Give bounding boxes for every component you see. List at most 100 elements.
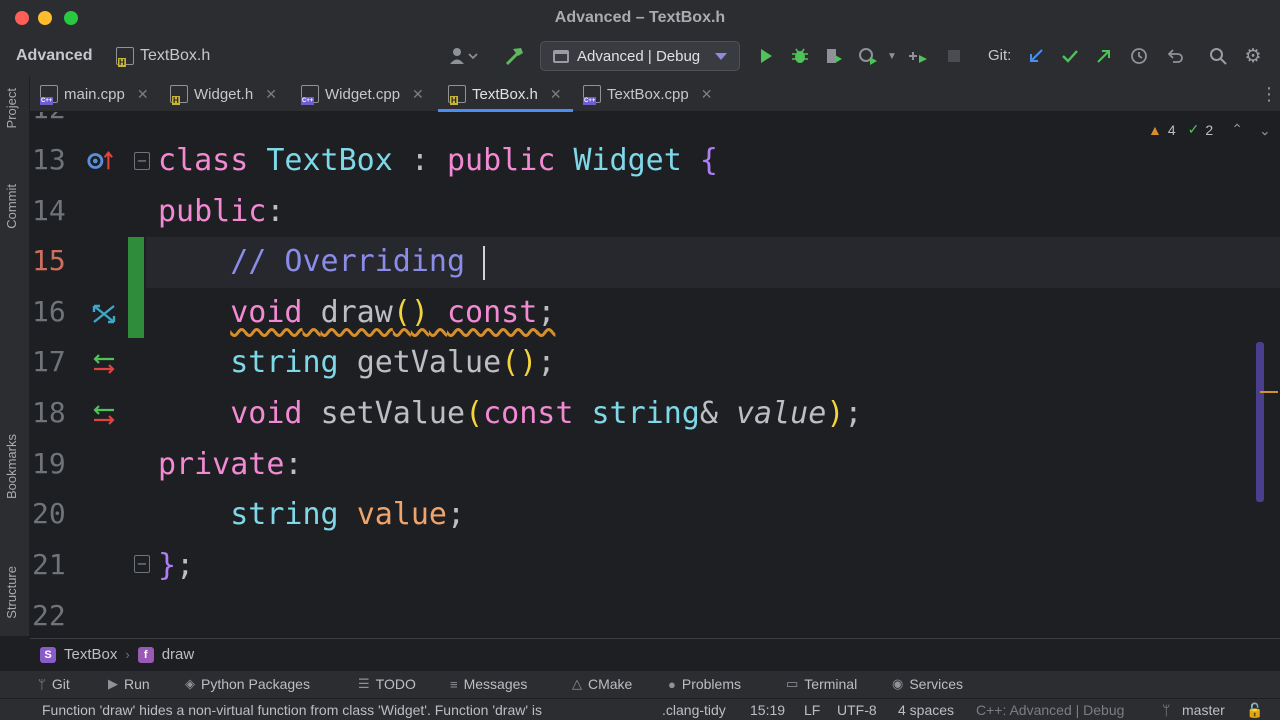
tab-widget-h[interactable]: Widget.h ✕	[160, 76, 291, 112]
lines-icon: ≡	[450, 676, 458, 692]
tool-run[interactable]: ▶ Run	[108, 676, 150, 692]
tool-python-packages[interactable]: ◈ Python Packages	[185, 676, 310, 692]
status-message[interactable]: Function 'draw' hides a non-virtual func…	[42, 702, 622, 718]
more-run-chevron-icon[interactable]: ▼	[880, 44, 904, 68]
hides-function-icon[interactable]	[90, 300, 118, 328]
line-number: 19	[32, 447, 66, 480]
close-icon[interactable]: ✕	[550, 86, 562, 103]
tool-todo[interactable]: ☰ TODO	[358, 676, 416, 692]
run-config-selector[interactable]: Advanced | Debug	[540, 41, 740, 71]
scrollbar-thumb[interactable]	[1256, 342, 1264, 502]
git-commit-icon[interactable]	[1058, 44, 1082, 68]
header-file-icon	[116, 47, 134, 67]
breadcrumb-class[interactable]: TextBox	[64, 646, 117, 663]
window-icon	[553, 49, 569, 63]
status-line-separator[interactable]: LF	[804, 702, 820, 718]
rollback-icon[interactable]	[1163, 44, 1187, 68]
tab-textbox-h[interactable]: TextBox.h ✕	[438, 76, 573, 112]
chevron-down-icon	[715, 53, 727, 60]
fold-collapse-icon[interactable]: −	[134, 152, 150, 170]
lock-icon[interactable]: 🔓	[1246, 702, 1263, 719]
go-to-definition-icon[interactable]	[90, 350, 118, 378]
run-icon[interactable]	[754, 44, 778, 68]
tab-label: TextBox.h	[472, 85, 538, 103]
status-caret-position[interactable]: 15:19	[750, 702, 785, 718]
code-line: void draw() const;	[230, 295, 556, 330]
tab-label: Widget.cpp	[325, 85, 401, 103]
branch-icon: ᛘ	[1162, 702, 1171, 718]
line-number: 21	[32, 548, 66, 581]
status-encoding[interactable]: UTF-8	[837, 702, 877, 718]
code-line: class TextBox : public Widget {	[158, 143, 718, 178]
git-update-icon[interactable]	[1024, 44, 1048, 68]
structure-tool-button[interactable]: Structure	[4, 566, 19, 619]
status-linter[interactable]: .clang-tidy	[662, 702, 726, 718]
debug-bug-icon[interactable]	[788, 44, 812, 68]
stop-icon[interactable]	[942, 44, 966, 68]
code-line: private:	[158, 447, 303, 482]
line-number: 16	[32, 295, 66, 328]
header-file-icon	[448, 85, 466, 105]
close-icon[interactable]: ✕	[412, 86, 424, 103]
tab-widget-cpp[interactable]: Widget.cpp ✕	[291, 76, 438, 112]
window-title: Advanced – TextBox.h	[554, 9, 726, 26]
build-hammer-icon[interactable]	[504, 45, 526, 67]
play-icon: ▶	[108, 676, 118, 691]
status-indent[interactable]: 4 spaces	[898, 702, 954, 718]
tool-git[interactable]: ᛘ Git	[38, 676, 70, 692]
tool-problems[interactable]: ● Problems	[668, 676, 741, 692]
tool-terminal[interactable]: ▭ Terminal	[786, 676, 857, 692]
nav-file[interactable]: TextBox.h	[116, 47, 211, 67]
status-branch[interactable]: master	[1182, 702, 1225, 718]
user-icon[interactable]	[448, 46, 482, 66]
close-icon[interactable]: ✕	[265, 86, 277, 103]
vcs-change-marker[interactable]	[128, 237, 144, 338]
inspection-widget[interactable]: ▲ 4 ✓ 2 ⌃ ⌃	[1148, 121, 1271, 138]
code-line: };	[158, 548, 195, 583]
project-tool-button[interactable]: Project	[4, 88, 19, 128]
warning-icon: ▲	[1148, 121, 1162, 138]
header-file-icon	[170, 85, 188, 105]
nav-file-label: TextBox.h	[140, 47, 211, 64]
search-icon[interactable]	[1206, 44, 1230, 68]
fold-collapse-icon[interactable]: −	[134, 555, 150, 573]
cpp-file-icon	[301, 85, 319, 105]
bookmarks-tool-button[interactable]: Bookmarks	[4, 434, 19, 499]
go-to-definition-icon[interactable]	[90, 401, 118, 429]
commit-tool-button[interactable]: Commit	[4, 184, 19, 229]
attach-process-icon[interactable]	[906, 44, 930, 68]
more-vert-icon[interactable]: ⋮	[1260, 84, 1278, 105]
implemented-override-icon[interactable]	[86, 147, 114, 175]
tab-main-cpp[interactable]: main.cpp ✕	[30, 76, 160, 112]
line-number: 13	[32, 143, 66, 176]
tab-textbox-cpp[interactable]: TextBox.cpp ✕	[573, 76, 733, 112]
gear-icon[interactable]: ⚙	[1241, 44, 1265, 68]
main-toolbar: Advanced TextBox.h Advanced | Debug ▼ Gi…	[0, 36, 1280, 76]
history-clock-icon[interactable]	[1127, 44, 1151, 68]
line-number: 18	[32, 396, 66, 429]
tool-messages[interactable]: ≡ Messages	[450, 676, 527, 692]
tool-cmake[interactable]: △ CMake	[572, 676, 632, 692]
coverage-icon[interactable]	[822, 44, 846, 68]
typo-check-icon: ✓	[1187, 121, 1200, 137]
close-icon[interactable]: ✕	[701, 86, 713, 103]
close-icon[interactable]: ✕	[137, 86, 149, 103]
code-editor[interactable]: ▲ 4 ✓ 2 ⌃ ⌃ 12 13 14 15 16 17 18 19 20 2…	[30, 112, 1280, 638]
warning-stripe-marker[interactable]	[1260, 391, 1278, 393]
profile-icon[interactable]	[856, 44, 880, 68]
project-name[interactable]: Advanced	[16, 47, 92, 65]
chevron-right-icon: ›	[125, 647, 130, 662]
tool-services[interactable]: ◉ Services	[892, 676, 963, 692]
status-bar: Function 'draw' hides a non-virtual func…	[0, 698, 1280, 720]
chevron-up-icon[interactable]: ⌃	[1231, 121, 1243, 138]
status-context[interactable]: C++: Advanced | Debug	[976, 702, 1124, 718]
tab-label: TextBox.cpp	[607, 85, 689, 103]
tab-label: Widget.h	[194, 85, 254, 103]
code-line: string value;	[230, 497, 466, 532]
breadcrumb-func[interactable]: draw	[162, 646, 195, 663]
services-icon: ◉	[892, 676, 904, 691]
git-push-icon[interactable]	[1092, 44, 1116, 68]
chevron-down-icon[interactable]: ⌃	[1259, 121, 1271, 138]
code-breadcrumb: S TextBox › f draw	[30, 638, 1280, 670]
typo-count: 2	[1205, 121, 1214, 138]
